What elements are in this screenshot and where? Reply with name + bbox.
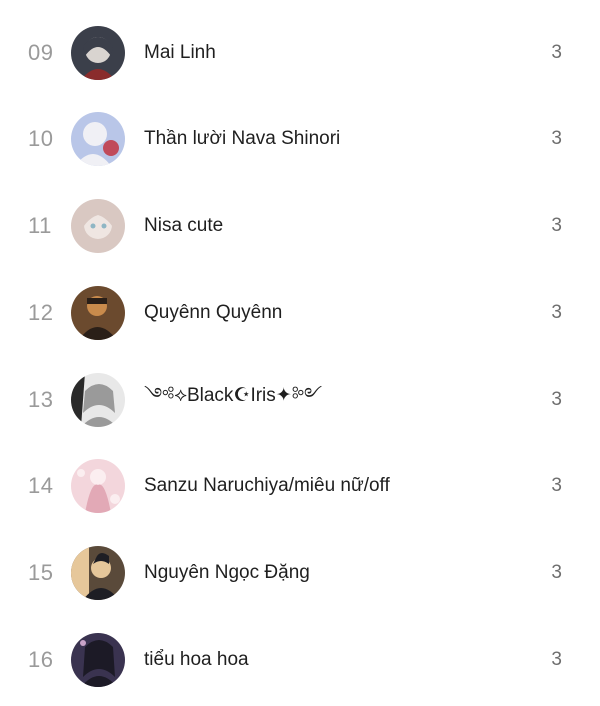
list-item[interactable]: 14 Sanzu Naruchiya/miêu nữ/off 3 <box>0 443 600 529</box>
avatar-image <box>71 373 125 427</box>
user-name: Sanzu Naruchiya/miêu nữ/off <box>144 475 390 496</box>
avatar-image <box>71 633 125 687</box>
user-name: Nisa cute <box>144 215 224 236</box>
list-item[interactable]: 16 tiểu hoa hoa 3 <box>0 617 600 703</box>
list-item[interactable]: 12 Quyênn Quyênn 3 <box>0 270 600 356</box>
score-count: 3 <box>551 562 562 583</box>
rank-number: 15 <box>28 560 54 585</box>
list-item[interactable]: 11 Nisa cute 3 <box>0 183 600 269</box>
avatar-image <box>71 26 125 80</box>
score-count: 3 <box>551 215 562 236</box>
score-count: 3 <box>551 42 562 63</box>
list-item[interactable]: 15 Nguyên Ngọc Đặng 3 <box>0 530 600 616</box>
user-name: Thần lười Nava Shinori <box>144 128 341 149</box>
user-name: Mai Linh <box>144 42 216 63</box>
rank-number: 09 <box>28 40 54 65</box>
avatar[interactable] <box>71 546 125 600</box>
user-name: Quyênn Quyênn <box>144 302 283 323</box>
score-count: 3 <box>551 128 562 149</box>
avatar[interactable] <box>71 633 125 687</box>
score-count: 3 <box>551 302 562 323</box>
user-name: ༺⟡Black☪Iris✦༻ <box>144 385 323 406</box>
score-count: 3 <box>551 389 562 410</box>
avatar[interactable] <box>71 373 125 427</box>
rank-number: 11 <box>28 213 52 238</box>
avatar-image <box>71 459 125 513</box>
score-count: 3 <box>551 475 562 496</box>
rank-number: 10 <box>28 126 54 151</box>
avatar[interactable] <box>71 26 125 80</box>
rank-number: 13 <box>28 387 54 412</box>
avatar[interactable] <box>71 286 125 340</box>
avatar-image <box>71 546 125 600</box>
user-name: Nguyên Ngọc Đặng <box>144 562 310 583</box>
rank-number: 12 <box>28 300 54 325</box>
list-item[interactable]: 10 Thần lười Nava Shinori 3 <box>0 96 600 182</box>
rank-number: 16 <box>28 647 54 672</box>
avatar[interactable] <box>71 459 125 513</box>
score-count: 3 <box>551 649 562 670</box>
rank-number: 14 <box>28 473 54 498</box>
list-item[interactable]: 09 Mai Linh 3 <box>0 10 600 96</box>
avatar-image <box>71 286 125 340</box>
avatar-image <box>71 112 125 166</box>
avatar-image <box>71 199 125 253</box>
avatar[interactable] <box>71 112 125 166</box>
list-item[interactable]: 13 ༺⟡Black☪Iris✦༻ 3 <box>0 357 600 443</box>
user-name: tiểu hoa hoa <box>144 649 249 670</box>
avatar[interactable] <box>71 199 125 253</box>
leaderboard-list: 09 Mai Linh 3 10 Thần lười Nava Shinori … <box>0 0 600 706</box>
